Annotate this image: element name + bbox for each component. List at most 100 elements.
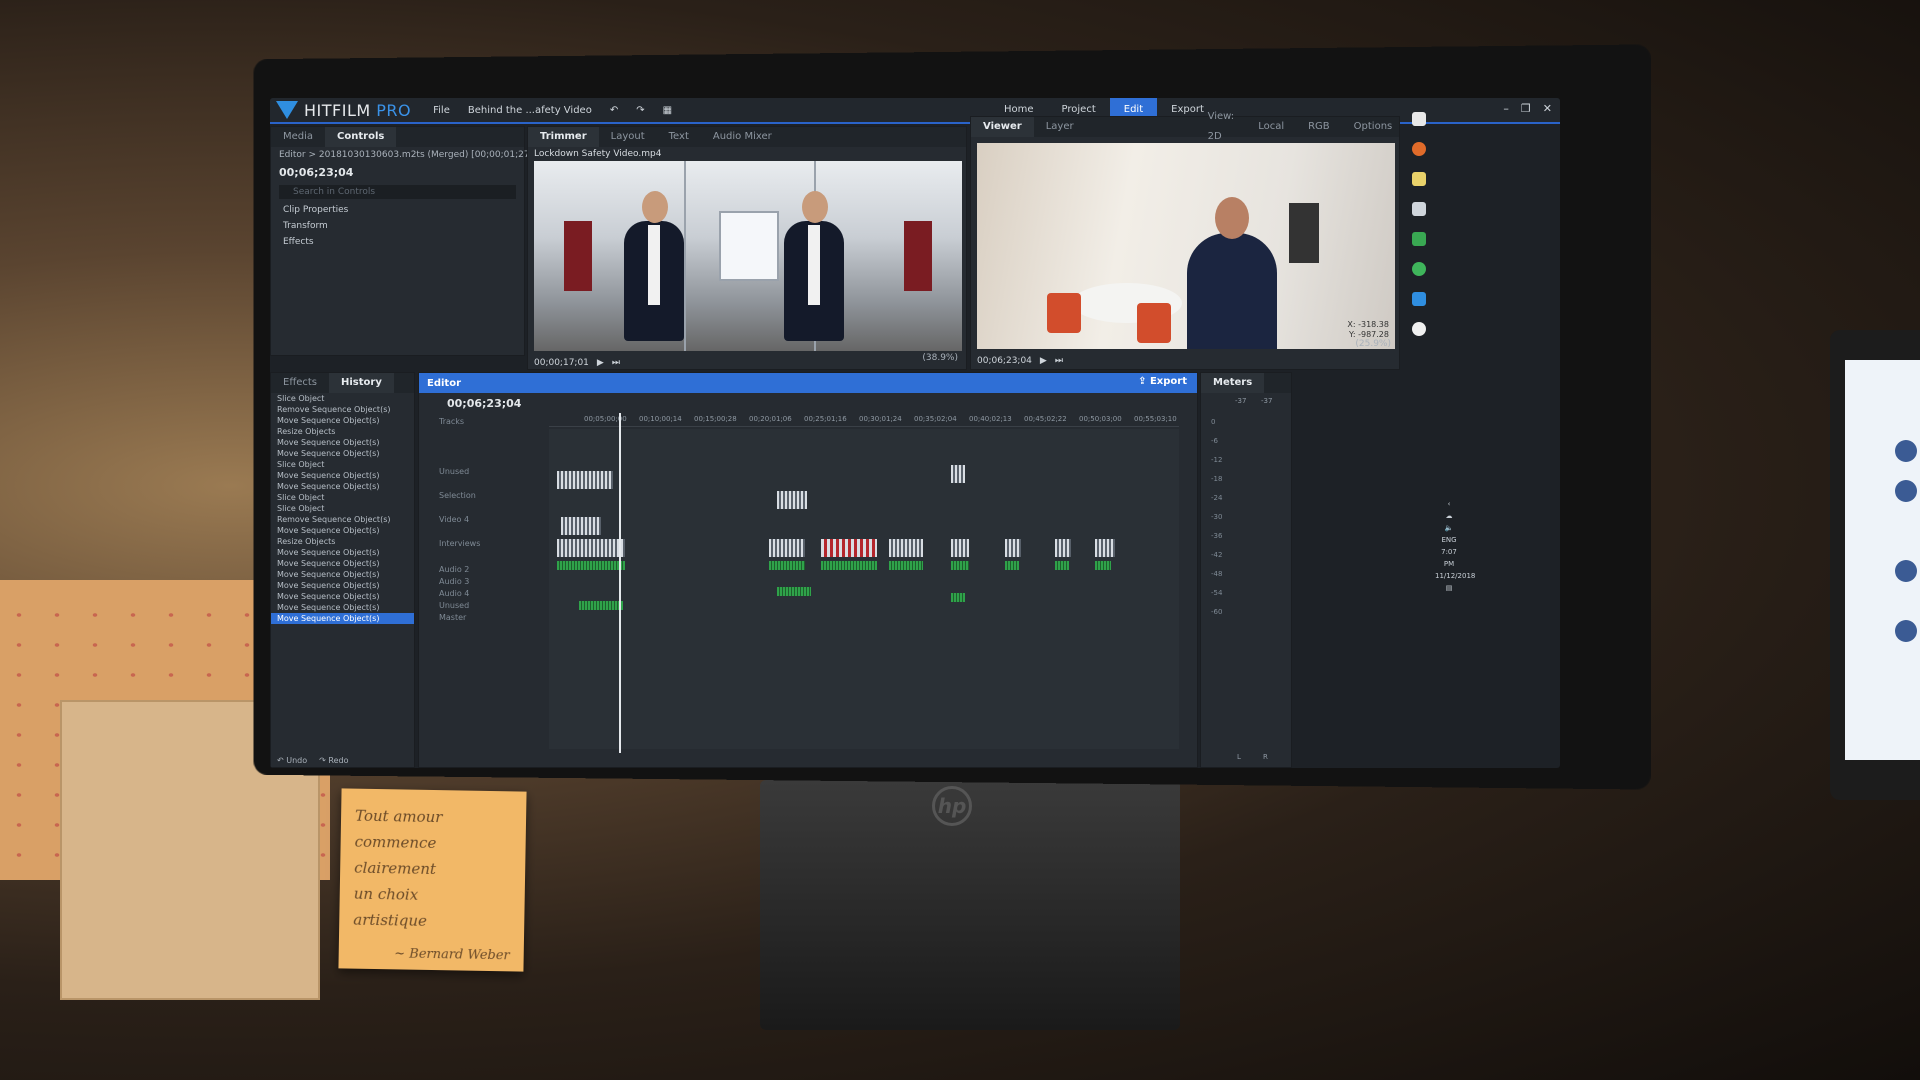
timeline-clip[interactable] <box>557 471 613 489</box>
view-mode-select[interactable]: View: 2D <box>1196 107 1247 147</box>
tree-transform[interactable]: Transform <box>271 218 524 234</box>
folder-icon[interactable] <box>1412 172 1426 186</box>
timeline-clip[interactable] <box>777 491 807 509</box>
tab-text[interactable]: Text <box>657 127 701 147</box>
tab-controls[interactable]: Controls <box>325 127 397 147</box>
history-item[interactable]: Slice Object <box>271 492 414 503</box>
chrome-icon[interactable] <box>1412 322 1426 336</box>
tab-layout[interactable]: Layout <box>599 127 657 147</box>
timeline-clip[interactable] <box>769 539 805 557</box>
trimmer-zoom[interactable]: (38.9%) <box>922 353 958 363</box>
tray-chevron-icon[interactable]: ‹ <box>1435 498 1463 510</box>
history-item[interactable]: Move Sequence Object(s) <box>271 525 414 536</box>
history-item[interactable]: Resize Objects <box>271 426 414 437</box>
history-item[interactable]: Remove Sequence Object(s) <box>271 514 414 525</box>
history-item[interactable]: Move Sequence Object(s) <box>271 602 414 613</box>
channel-select[interactable]: RGB <box>1296 117 1342 137</box>
track-label[interactable]: Audio 3 <box>439 577 469 586</box>
tray-lang[interactable]: ENG <box>1435 534 1463 546</box>
volume-icon[interactable]: 🔈 <box>1435 522 1463 534</box>
tab-history[interactable]: History <box>329 373 394 393</box>
audio-clip[interactable] <box>951 593 965 602</box>
timeline-clip[interactable] <box>821 539 877 557</box>
redo-button[interactable]: ↷ Redo <box>319 756 348 765</box>
tab-layer[interactable]: Layer <box>1034 117 1086 137</box>
history-item[interactable]: Move Sequence Object(s) <box>271 591 414 602</box>
timeline-clip[interactable] <box>1095 539 1115 557</box>
tab-media[interactable]: Media <box>271 127 325 147</box>
history-item[interactable]: Move Sequence Object(s) <box>271 580 414 591</box>
track-label[interactable]: Audio 4 <box>439 589 469 598</box>
history-item[interactable]: Slice Object <box>271 393 414 404</box>
file-menu[interactable]: File <box>433 105 450 116</box>
audio-clip[interactable] <box>951 561 969 570</box>
history-item[interactable]: Move Sequence Object(s) <box>271 437 414 448</box>
track-label[interactable]: Master <box>439 613 466 622</box>
notification-icon[interactable]: ▤ <box>1435 582 1463 594</box>
tab-audio-mixer[interactable]: Audio Mixer <box>701 127 784 147</box>
export-button[interactable]: ⇪ Export <box>1138 376 1187 387</box>
timeline-clip[interactable] <box>1005 539 1021 557</box>
history-item[interactable]: Move Sequence Object(s) <box>271 470 414 481</box>
play-icon[interactable]: ▶ <box>1040 356 1047 366</box>
audio-clip[interactable] <box>769 561 805 570</box>
audio-clip[interactable] <box>579 601 623 610</box>
step-forward-icon[interactable]: ⏭ <box>612 358 620 368</box>
minimize-icon[interactable]: – <box>1503 102 1509 115</box>
timeline-playhead[interactable] <box>619 413 621 753</box>
tab-meters[interactable]: Meters <box>1201 373 1265 393</box>
undo-icon[interactable]: ↶ <box>610 105 618 116</box>
play-icon[interactable]: ▶ <box>597 358 604 368</box>
redo-icon[interactable]: ↷ <box>636 105 644 116</box>
history-item[interactable]: Slice Object <box>271 503 414 514</box>
close-icon[interactable]: ✕ <box>1543 102 1552 115</box>
audio-clip[interactable] <box>777 587 811 596</box>
timeline-clip[interactable] <box>951 539 969 557</box>
track-label[interactable]: Interviews <box>439 539 480 548</box>
timeline-clip[interactable] <box>951 465 965 483</box>
history-item[interactable]: Move Sequence Object(s) <box>271 547 414 558</box>
tab-viewer[interactable]: Viewer <box>971 117 1034 137</box>
tray-date[interactable]: 11/12/2018 <box>1435 570 1475 582</box>
history-item-selected[interactable]: Move Sequence Object(s) <box>271 613 414 624</box>
history-item[interactable]: Slice Object <box>271 459 414 470</box>
history-item[interactable]: Remove Sequence Object(s) <box>271 404 414 415</box>
windows-icon[interactable] <box>1412 112 1426 126</box>
history-item[interactable]: Move Sequence Object(s) <box>271 415 414 426</box>
tree-effects[interactable]: Effects <box>271 234 524 250</box>
history-item[interactable]: Move Sequence Object(s) <box>271 569 414 580</box>
timeline-lanes[interactable] <box>549 429 1179 749</box>
tab-trimmer[interactable]: Trimmer <box>528 127 599 147</box>
grid-icon[interactable]: ▦ <box>663 105 672 116</box>
audio-clip[interactable] <box>1055 561 1069 570</box>
chat-icon[interactable] <box>1412 262 1426 276</box>
tab-effects[interactable]: Effects <box>271 373 329 393</box>
hitfilm-taskbar-icon[interactable] <box>1412 292 1426 306</box>
track-label[interactable]: Video 4 <box>439 515 469 524</box>
tray-time[interactable]: 7:07 PM <box>1435 546 1463 570</box>
network-icon[interactable]: ☁ <box>1435 510 1463 522</box>
timeline-ruler[interactable]: 00;05;00;00 00;10;00;14 00;15;00;28 00;2… <box>549 413 1179 427</box>
options-menu[interactable]: Options <box>1342 117 1405 137</box>
track-label[interactable]: Unused <box>439 601 469 610</box>
viewer-zoom[interactable]: (25.9%) <box>1355 339 1391 349</box>
audio-clip[interactable] <box>1095 561 1111 570</box>
history-item[interactable]: Move Sequence Object(s) <box>271 558 414 569</box>
timeline-clip[interactable] <box>557 539 625 557</box>
audio-clip[interactable] <box>557 561 625 570</box>
sheets-icon[interactable] <box>1412 232 1426 246</box>
firefox-icon[interactable] <box>1412 142 1426 156</box>
audio-clip[interactable] <box>821 561 877 570</box>
audio-clip[interactable] <box>889 561 923 570</box>
history-item[interactable]: Move Sequence Object(s) <box>271 448 414 459</box>
maximize-icon[interactable]: ❐ <box>1521 102 1531 115</box>
track-label[interactable]: Audio 2 <box>439 565 469 574</box>
track-label[interactable]: Selection <box>439 491 476 500</box>
audio-clip[interactable] <box>1005 561 1019 570</box>
controls-search-input[interactable]: Search in Controls <box>279 185 516 199</box>
timeline-clip[interactable] <box>561 517 601 535</box>
history-item[interactable]: Resize Objects <box>271 536 414 547</box>
tree-clip-properties[interactable]: Clip Properties <box>271 202 524 218</box>
history-item[interactable]: Move Sequence Object(s) <box>271 481 414 492</box>
space-select[interactable]: Local <box>1246 117 1296 137</box>
